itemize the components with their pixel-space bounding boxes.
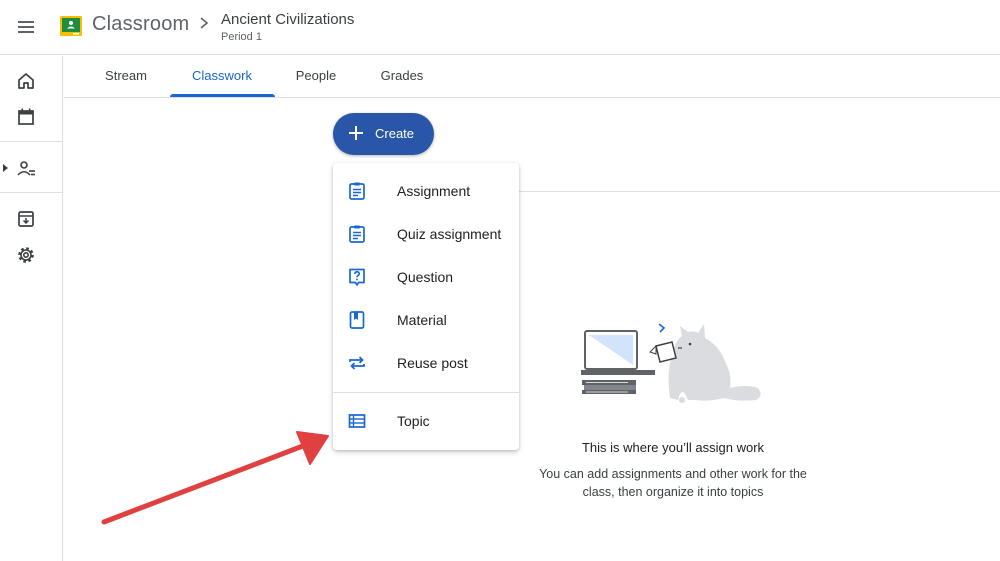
menu-item-question[interactable]: Question (333, 256, 519, 299)
menu-item-label: Material (397, 312, 447, 328)
classwork-divider (519, 191, 1000, 192)
menu-item-material[interactable]: Material (333, 299, 519, 342)
chevron-right-icon (200, 17, 209, 29)
menu-divider (333, 392, 519, 393)
menu-item-quiz-assignment[interactable]: Quiz assignment (333, 213, 519, 256)
top-bar: Classroom Ancient Civilizations Period 1 (0, 0, 1000, 55)
menu-item-label: Reuse post (397, 355, 468, 371)
class-section: Period 1 (221, 31, 262, 43)
rail-divider (0, 141, 62, 142)
class-name[interactable]: Ancient Civilizations (221, 11, 354, 28)
active-tab-indicator (170, 94, 275, 97)
menu-item-assignment[interactable]: Assignment (333, 170, 519, 213)
create-button-label: Create (375, 126, 415, 141)
menu-item-label: Question (397, 269, 454, 285)
archive-icon[interactable] (16, 209, 36, 229)
menu-item-label: Quiz assignment (397, 226, 502, 242)
empty-state-title: This is where you’ll assign work (581, 440, 765, 455)
tab-stream[interactable]: Stream (92, 56, 160, 98)
tab-classwork[interactable]: Classwork (174, 56, 270, 98)
create-menu: Assignment Quiz assignment Question Mate… (333, 163, 519, 450)
quiz-assignment-icon (349, 225, 365, 243)
material-icon (349, 311, 365, 329)
expand-caret-icon[interactable] (3, 164, 9, 172)
class-tabs: Stream Classwork People Grades (64, 56, 1000, 98)
menu-item-label: Assignment (397, 183, 471, 199)
navigation-rail (0, 56, 63, 561)
menu-item-reuse-post[interactable]: Reuse post (333, 342, 519, 385)
app-name[interactable]: Classroom (92, 13, 189, 36)
home-icon[interactable] (16, 71, 36, 91)
create-button[interactable]: Create (333, 113, 434, 155)
tab-people[interactable]: People (284, 56, 348, 98)
calendar-icon[interactable] (16, 107, 36, 127)
question-icon (349, 268, 365, 286)
annotation-arrow-icon (101, 431, 329, 525)
empty-state-description: You can add assignments and other work f… (539, 467, 807, 499)
topic-icon (348, 414, 366, 428)
main-menu-icon[interactable] (14, 15, 38, 39)
tab-grades[interactable]: Grades (368, 56, 436, 98)
menu-item-topic[interactable]: Topic (333, 400, 519, 443)
classroom-logo-icon[interactable] (60, 16, 82, 36)
enrolled-classes-icon[interactable] (16, 159, 36, 179)
rail-divider (0, 192, 62, 193)
assignment-icon (349, 182, 365, 200)
plus-icon (349, 126, 363, 140)
settings-icon[interactable] (16, 245, 36, 265)
menu-item-label: Topic (397, 413, 430, 429)
reuse-icon (349, 356, 365, 370)
empty-state-illustration (581, 323, 761, 403)
